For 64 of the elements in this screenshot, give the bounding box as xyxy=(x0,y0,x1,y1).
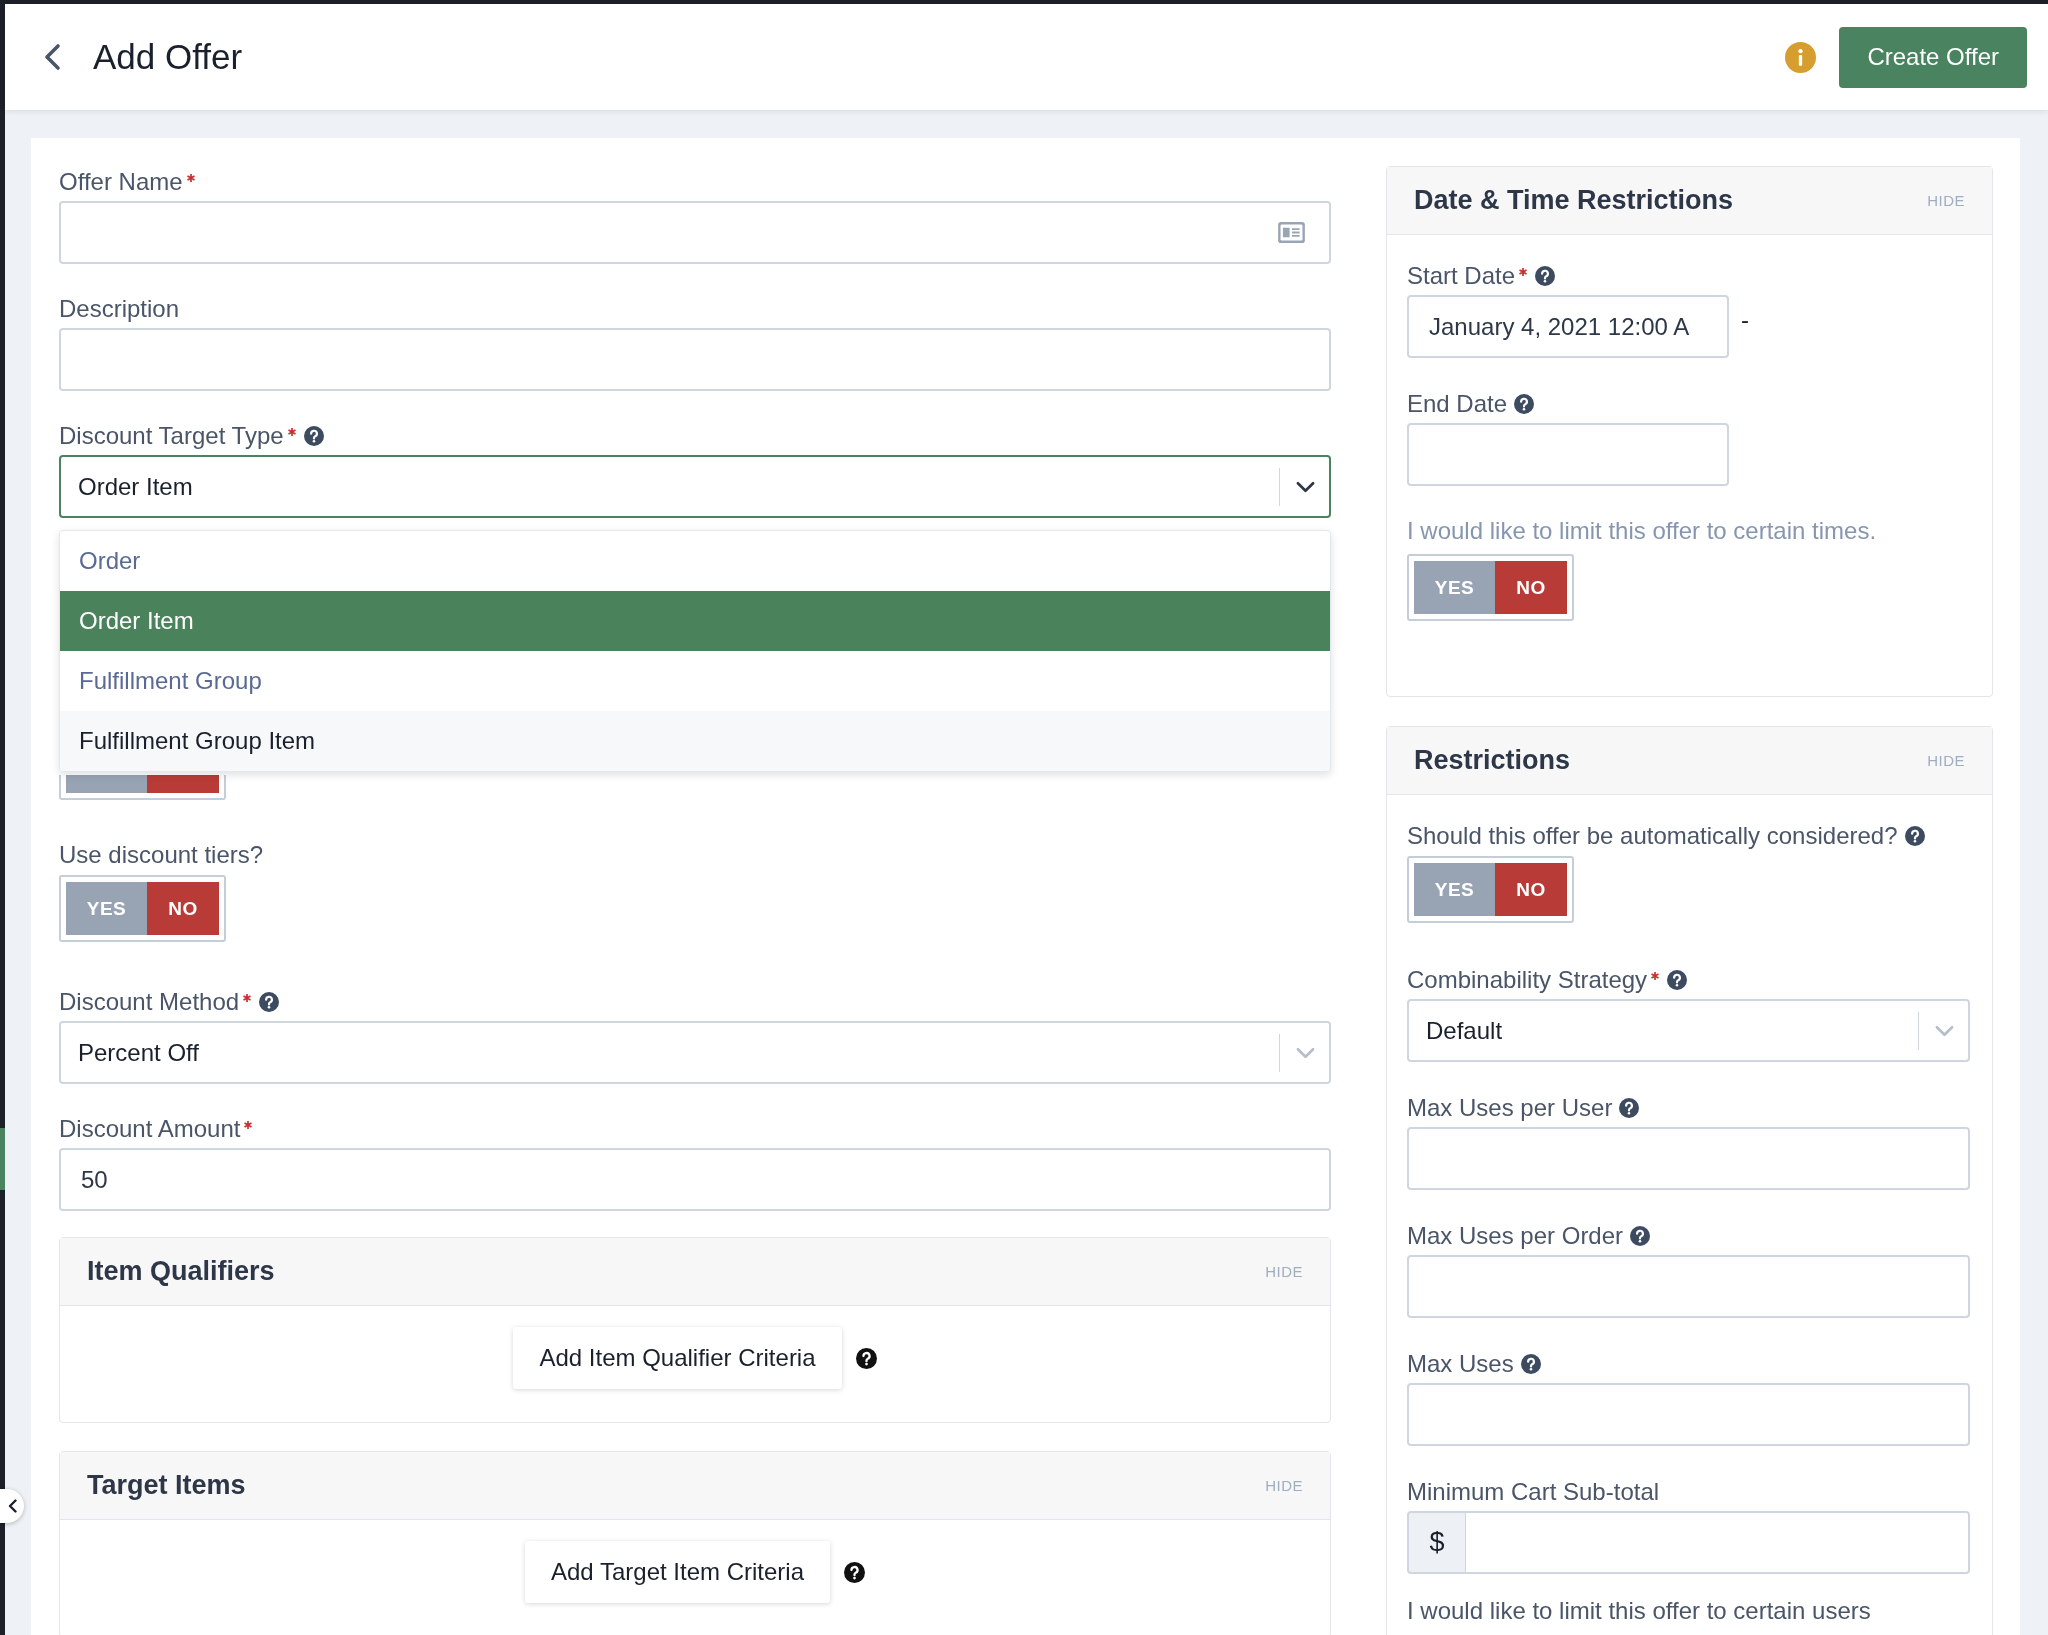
create-offer-button[interactable]: Create Offer xyxy=(1839,26,2027,88)
date-field[interactable]: January 4, 2021 12:00 A xyxy=(1407,295,1729,358)
help-icon[interactable] xyxy=(844,1561,865,1583)
field-label: End Date xyxy=(1407,390,1508,418)
help-icon[interactable] xyxy=(1667,970,1688,990)
toggle-switch[interactable]: YES NO xyxy=(59,875,226,942)
help-icon[interactable] xyxy=(1514,394,1535,414)
panel-title: Date & Time Restrictions xyxy=(1414,185,1734,216)
active-indicator xyxy=(0,1128,5,1190)
field-label: Discount Amount xyxy=(59,1115,241,1143)
chevron-down-icon xyxy=(1935,1024,1954,1037)
field-label: Max Uses xyxy=(1407,1350,1514,1378)
help-icon[interactable] xyxy=(855,1347,877,1369)
text-field[interactable] xyxy=(1407,1127,1970,1190)
help-icon[interactable] xyxy=(1630,1226,1651,1246)
help-icon[interactable] xyxy=(1619,1098,1640,1118)
dropdown-option[interactable]: Fulfillment Group xyxy=(60,651,1330,711)
currency-prefix: $ xyxy=(1407,1511,1466,1574)
help-icon[interactable] xyxy=(1535,266,1556,286)
field-label: Minimum Cart Sub-total xyxy=(1407,1478,1660,1506)
panel-title: Restrictions xyxy=(1414,745,1571,776)
select-field[interactable]: Percent Off xyxy=(59,1021,1331,1084)
dropdown-option[interactable]: Fulfillment Group Item xyxy=(60,711,1330,771)
field-label: Max Uses per Order xyxy=(1407,1222,1624,1250)
text-field[interactable] xyxy=(59,328,1331,391)
add-criteria-button[interactable]: Add Item Qualifier Criteria xyxy=(513,1327,842,1389)
field-label: Combinability Strategy xyxy=(1407,966,1648,994)
field-label: Use discount tiers? xyxy=(59,841,264,869)
field-note: I would like to limit this offer to certain times. xyxy=(1407,518,1877,544)
amount-field[interactable] xyxy=(1466,1511,1970,1574)
panel-title: Item Qualifiers xyxy=(87,1256,275,1287)
select-field[interactable]: Default xyxy=(1407,999,1970,1062)
panel-title: Target Items xyxy=(87,1470,246,1501)
field-label: Max Uses per User xyxy=(1407,1094,1613,1122)
dropdown-option[interactable]: Order Item xyxy=(60,591,1330,651)
dropdown-option[interactable]: Order xyxy=(60,531,1330,591)
toggle-switch[interactable] xyxy=(59,775,226,800)
help-icon[interactable] xyxy=(1904,826,1925,846)
text-field[interactable] xyxy=(1407,1255,1970,1318)
text-field[interactable]: 50 xyxy=(59,1148,1331,1211)
help-icon[interactable] xyxy=(1520,1354,1541,1374)
chevron-down-icon xyxy=(1296,1046,1315,1059)
date-separator: - xyxy=(1741,305,1749,334)
toggle-switch[interactable]: YES NO xyxy=(1407,554,1574,621)
text-field[interactable] xyxy=(59,201,1331,264)
field-label: Should this offer be automatically considered? xyxy=(1407,822,1898,850)
help-icon[interactable] xyxy=(303,426,324,446)
field-note: I would like to limit this offer to certain users xyxy=(1407,1598,1871,1624)
field-label: Description xyxy=(59,295,180,323)
field-label: Offer Name xyxy=(59,168,183,196)
field-label: Discount Target Type xyxy=(59,422,284,450)
toggle-switch[interactable]: YES NO xyxy=(1407,856,1574,923)
field-label: Start Date xyxy=(1407,262,1516,290)
back-button[interactable] xyxy=(43,43,61,71)
chevron-left-icon xyxy=(43,43,61,71)
date-field[interactable] xyxy=(1407,423,1729,486)
page-title: Add Offer xyxy=(93,37,243,77)
add-criteria-button[interactable]: Add Target Item Criteria xyxy=(525,1541,830,1603)
text-field[interactable] xyxy=(1407,1383,1970,1446)
field-label: Discount Method xyxy=(59,988,240,1016)
chevron-left-icon xyxy=(7,1499,17,1513)
select-field[interactable]: Order Item xyxy=(59,455,1331,518)
chevron-down-icon xyxy=(1296,480,1315,493)
help-icon[interactable] xyxy=(259,992,280,1012)
